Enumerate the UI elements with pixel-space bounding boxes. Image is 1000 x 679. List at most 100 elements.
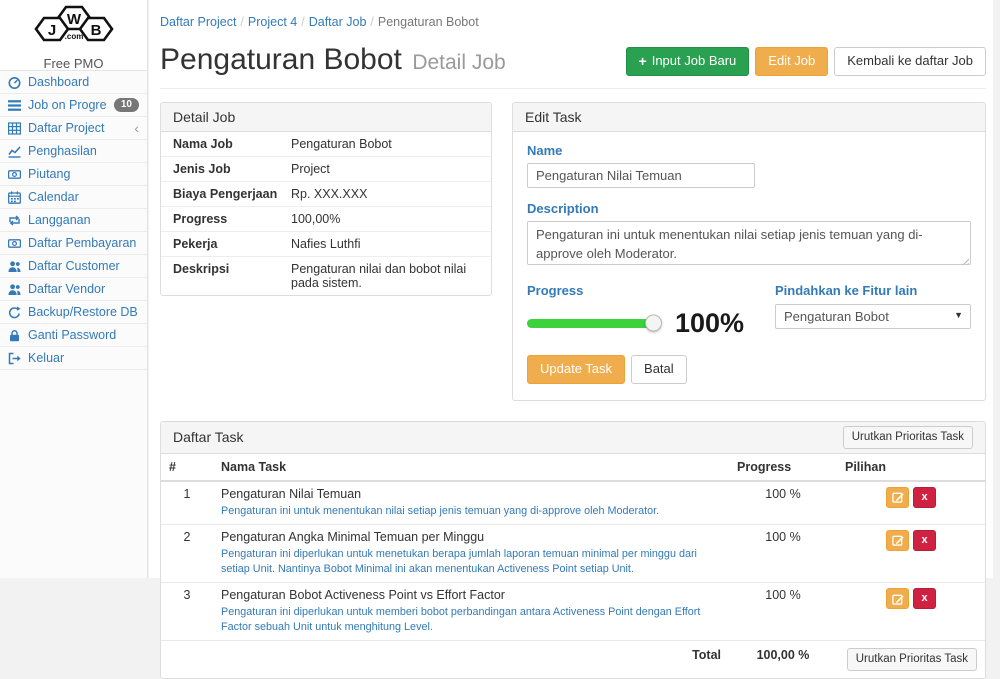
sidebar-item-ganti-password[interactable]: Ganti Password (0, 324, 147, 347)
task-name: Pengaturan Nilai Temuan (221, 487, 721, 501)
sidebar-item-label: Daftar Vendor (28, 282, 139, 296)
breadcrumb-current: Pengaturan Bobot (378, 15, 479, 29)
table-row: 2 Pengaturan Angka Minimal Temuan per Mi… (161, 524, 985, 582)
sidebar-item-label: Job on Progress (28, 98, 107, 112)
edit-task-button[interactable] (886, 530, 909, 551)
calendar-icon (8, 191, 21, 204)
batal-button[interactable]: Batal (631, 355, 687, 384)
detail-row-jenis-job: Jenis Job Project (161, 157, 491, 182)
progress-value-text: 100% (675, 310, 744, 337)
sidebar-item-piutang[interactable]: Piutang (0, 163, 147, 186)
sidebar-item-calendar[interactable]: Calendar (0, 186, 147, 209)
col-header-actions: Pilihan (837, 454, 985, 481)
sidebar-item-job-on-progress[interactable]: Job on Progress 10 (0, 94, 147, 117)
detail-job-panel: Detail Job Nama Job Pengaturan Bobot Jen… (160, 102, 492, 296)
sidebar-item-label: Penghasilan (28, 144, 139, 158)
sidebar-item-label: Backup/Restore DB (28, 305, 139, 319)
task-description: Pengaturan ini untuk menentukan nilai se… (221, 504, 721, 519)
detail-row-pekerja: Pekerja Nafies Luthfi (161, 232, 491, 257)
task-num: 3 (161, 583, 213, 641)
sidebar-item-daftar-customer[interactable]: Daftar Customer (0, 255, 147, 278)
x-icon: x (921, 593, 927, 604)
app-logo: W J B .com Free PMO (0, 0, 147, 71)
x-icon: x (921, 492, 927, 503)
task-name-input[interactable] (527, 163, 755, 188)
table-row: 3 Pengaturan Bobot Activeness Point vs E… (161, 583, 985, 641)
sidebar-item-daftar-vendor[interactable]: Daftar Vendor (0, 278, 147, 301)
breadcrumb-link-daftar-job[interactable]: Daftar Job (309, 15, 367, 29)
task-table: # Nama Task Progress Pilihan 1 Pengatura… (161, 454, 985, 678)
sidebar-item-penghasilan[interactable]: Penghasilan (0, 140, 147, 163)
edit-task-button[interactable] (886, 487, 909, 508)
sign-out-icon (8, 352, 21, 365)
col-header-progress: Progress (729, 454, 837, 481)
urutkan-prioritas-button-bottom[interactable]: Urutkan Prioritas Task (847, 648, 977, 671)
col-header-num: # (161, 454, 213, 481)
x-icon: x (921, 535, 927, 546)
lock-icon (8, 329, 21, 342)
breadcrumb-link-daftar-project[interactable]: Daftar Project (160, 15, 236, 29)
sidebar-item-daftar-pembayaran[interactable]: Daftar Pembayaran (0, 232, 147, 255)
detail-row-biaya: Biaya Pengerjaan Rp. XXX.XXX (161, 182, 491, 207)
edit-task-button[interactable] (886, 588, 909, 609)
svg-text:W: W (66, 11, 81, 28)
sidebar-item-label: Calendar (28, 190, 139, 204)
users-icon (8, 260, 21, 273)
sidebar-item-label: Ganti Password (28, 328, 139, 342)
dashboard-icon (8, 76, 21, 89)
breadcrumb-separator: / (301, 15, 304, 29)
delete-task-button[interactable]: x (913, 530, 936, 551)
tasks-icon (8, 99, 21, 112)
breadcrumb: Daftar Project/Project 4/Daftar Job/Peng… (160, 0, 986, 29)
task-num: 1 (161, 481, 213, 525)
task-progress: 100 % (729, 583, 837, 641)
progress-group: Progress 100% (527, 283, 775, 337)
update-task-button[interactable]: Update Task (527, 355, 625, 384)
progress-slider-handle[interactable] (645, 315, 662, 332)
total-label: Total (161, 641, 729, 678)
delete-task-button[interactable]: x (913, 588, 936, 609)
sidebar: W J B .com Free PMO Dashboard Job on Pro… (0, 0, 148, 578)
sidebar-item-label: Daftar Pembayaran (28, 236, 139, 250)
progress-slider[interactable] (527, 319, 659, 328)
task-description: Pengaturan ini diperlukan untuk memberi … (221, 605, 721, 635)
detail-row-deskripsi: Deskripsi Pengaturan nilai dan bobot nil… (161, 257, 491, 295)
task-name: Pengaturan Angka Minimal Temuan per Ming… (221, 530, 721, 544)
line-chart-icon (8, 145, 21, 158)
edit-task-panel-title: Edit Task (513, 103, 985, 132)
job-count-badge: 10 (114, 98, 139, 112)
edit-job-button[interactable]: Edit Job (755, 47, 828, 76)
progress-slider-fill (527, 319, 659, 328)
breadcrumb-separator: / (370, 15, 373, 29)
daftar-task-panel: Daftar Task Urutkan Prioritas Task # Nam… (160, 421, 986, 679)
brand-name: Free PMO (0, 56, 147, 71)
edit-task-panel: Edit Task Name Description Pengaturan in… (512, 102, 986, 401)
pencil-square-icon (892, 534, 904, 546)
header-buttons: + Input Job Baru Edit Job Kembali ke daf… (626, 47, 986, 76)
users-icon (8, 283, 21, 296)
task-progress: 100 % (729, 481, 837, 525)
sidebar-item-daftar-project[interactable]: Daftar Project ‹ (0, 117, 147, 140)
kembali-button[interactable]: Kembali ke daftar Job (834, 47, 986, 76)
urutkan-prioritas-button-top[interactable]: Urutkan Prioritas Task (843, 426, 973, 449)
retweet-icon (8, 214, 21, 227)
breadcrumb-link-project-4[interactable]: Project 4 (248, 15, 297, 29)
svg-text:.com: .com (64, 32, 83, 41)
sidebar-item-backup-restore[interactable]: Backup/Restore DB (0, 301, 147, 324)
input-job-baru-button[interactable]: + Input Job Baru (626, 47, 750, 76)
sidebar-item-dashboard[interactable]: Dashboard (0, 71, 147, 94)
name-label: Name (527, 143, 971, 158)
delete-task-button[interactable]: x (913, 487, 936, 508)
jwb-logo-icon: W J B .com (28, 5, 120, 49)
page-title-group: Pengaturan Bobot Detail Job (160, 45, 506, 75)
task-description-textarea[interactable]: Pengaturan ini untuk menentukan nilai se… (527, 221, 971, 265)
task-num: 2 (161, 524, 213, 582)
sidebar-item-langganan[interactable]: Langganan (0, 209, 147, 232)
sidebar-item-label: Daftar Project (28, 121, 127, 135)
task-table-header-row: # Nama Task Progress Pilihan (161, 454, 985, 481)
main-content: Daftar Project/Project 4/Daftar Job/Peng… (149, 0, 993, 578)
task-description: Pengaturan ini diperlukan untuk menetuka… (221, 547, 721, 577)
sidebar-item-keluar[interactable]: Keluar (0, 347, 147, 370)
move-feature-select[interactable]: Pengaturan Bobot (775, 304, 971, 329)
refresh-icon (8, 306, 21, 319)
